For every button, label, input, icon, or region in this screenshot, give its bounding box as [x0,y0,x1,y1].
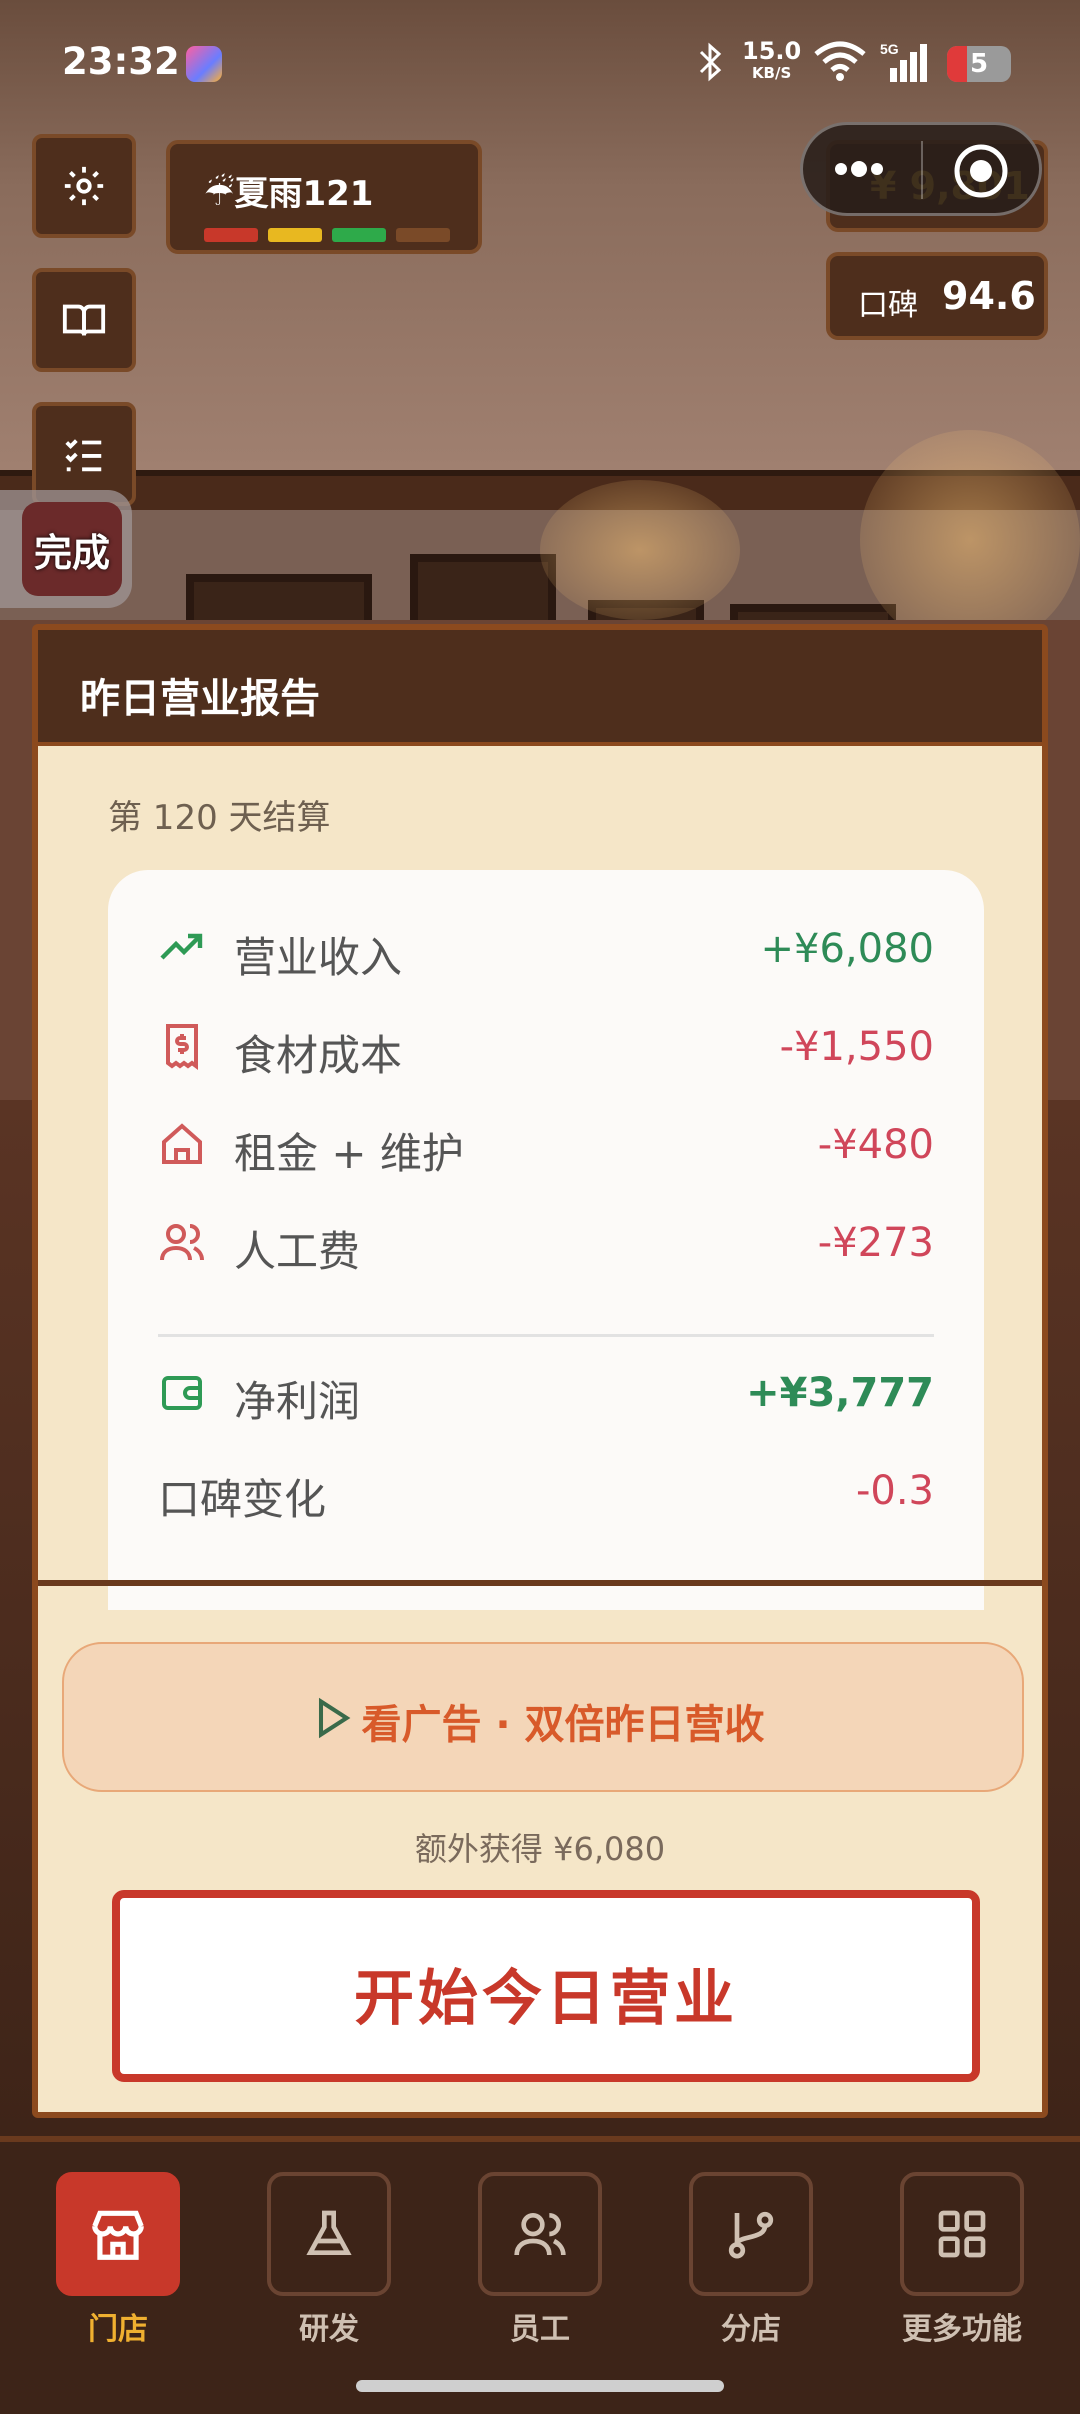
nav-label-research: 研发 [299,2312,359,2347]
status-bar: 23:32 15.0 KB/S 5G 5 [0,0,1080,128]
more-options-icon[interactable] [833,155,893,187]
nav-item-staff[interactable]: 员工 [478,2172,602,2348]
nav-label-more: 更多功能 [902,2312,1022,2347]
nav-label-branches: 分店 [721,2312,781,2347]
net-profit-label: 净利润 [234,1377,361,1426]
income-label: 营业收入 [234,933,403,982]
reputation-value: 94.6 [942,274,1036,318]
bottom-nav: 门店 研发 员工 分店 更多功能 [0,2136,1080,2414]
nav-label-store: 门店 [88,2312,148,2347]
grid-icon [938,2210,986,2258]
card-divider-band [38,1580,1042,1586]
start-business-button[interactable]: 开始今日营业 [112,1890,980,2082]
receipt-icon [166,1024,198,1070]
branch-icon [728,2211,774,2259]
weather-bar-yellow [268,228,322,242]
modal-title: 昨日营业报告 [80,676,320,722]
nav-label-staff: 员工 [510,2312,570,2347]
bluetooth-icon [695,40,725,93]
net-profit-value: +¥3,777 [746,1370,934,1416]
reputation-change-value: -0.3 [855,1468,934,1514]
mini-program-capsule[interactable] [800,122,1042,216]
close-mini-program-icon[interactable] [953,143,1009,203]
net-profit-row: 净利润 +¥3,777 [108,1358,984,1428]
signal-icon: 5G [880,41,932,82]
book-icon [62,304,106,336]
reputation-label: 口碑 [858,288,918,323]
income-row: 营业收入 +¥6,080 [108,914,984,984]
reputation-panel: 口碑 94.6 [826,252,1048,340]
recipe-book-button[interactable] [32,268,136,372]
modal-header: 昨日营业报告 [38,630,1042,746]
home-indicator[interactable] [356,2380,724,2392]
nav-item-store[interactable]: 门店 [56,2172,180,2348]
ingredient-cost-row: 食材成本 -¥1,550 [108,1012,984,1082]
status-time: 23:32 [62,40,180,83]
users-icon [514,2213,566,2256]
flask-icon [306,2210,352,2255]
rent-row: 租金 + 维护 -¥480 [108,1110,984,1180]
labor-value: -¥273 [817,1220,934,1266]
extra-earnings-text: 额外获得 ¥6,080 [414,1830,666,1868]
wallet-icon [162,1376,202,1410]
labor-label: 人工费 [234,1227,361,1276]
nav-item-research[interactable]: 研发 [267,2172,391,2348]
ingredient-cost-label: 食材成本 [234,1031,403,1080]
start-business-label: 开始今日营业 [354,1964,738,2034]
income-value: +¥6,080 [760,926,934,972]
rent-value: -¥480 [817,1122,934,1168]
daily-report-modal: 昨日营业报告 第 120 天结算 营业收入 +¥6,080 食材成本 -¥1,5… [32,624,1048,2118]
weather-bar-empty [396,228,450,242]
weather-label: ☔夏雨121 [204,174,374,214]
weather-bar-red [204,228,258,242]
gear-icon [64,166,104,206]
users-icon [160,1224,204,1261]
network-speed: 15.0 KB/S [742,37,802,82]
done-label: 完成 [34,531,111,575]
home-icon [162,1123,202,1164]
reputation-change-label: 口碑变化 [158,1475,327,1524]
app-notification-icon [186,46,222,82]
svg-text:5G: 5G [880,42,899,57]
divider [158,1334,934,1337]
settlement-day-label: 第 120 天结算 [108,798,331,838]
watch-ad-label: 看广告 · 双倍昨日营收 [361,1702,765,1748]
checklist-icon [65,439,102,472]
rent-label: 租金 + 维护 [234,1129,464,1178]
weather-panel[interactable]: ☔夏雨121 [166,140,482,254]
weather-bar-green [332,228,386,242]
ingredient-cost-value: -¥1,550 [779,1024,934,1070]
labor-row: 人工费 -¥273 [108,1208,984,1278]
nav-item-branches[interactable]: 分店 [689,2172,813,2348]
settings-button[interactable] [32,134,136,238]
nav-item-more[interactable]: 更多功能 [900,2172,1024,2348]
wifi-icon [812,38,868,92]
trending-up-icon [160,933,203,960]
store-icon [92,2210,144,2260]
watch-ad-double-button[interactable]: 看广告 · 双倍昨日营收 [62,1642,1024,1792]
battery-indicator: 5 [947,46,1011,82]
report-card: 营业收入 +¥6,080 食材成本 -¥1,550 租金 + 维护 -¥480 … [108,870,984,1610]
reputation-change-row: 口碑变化 -0.3 [108,1456,984,1526]
